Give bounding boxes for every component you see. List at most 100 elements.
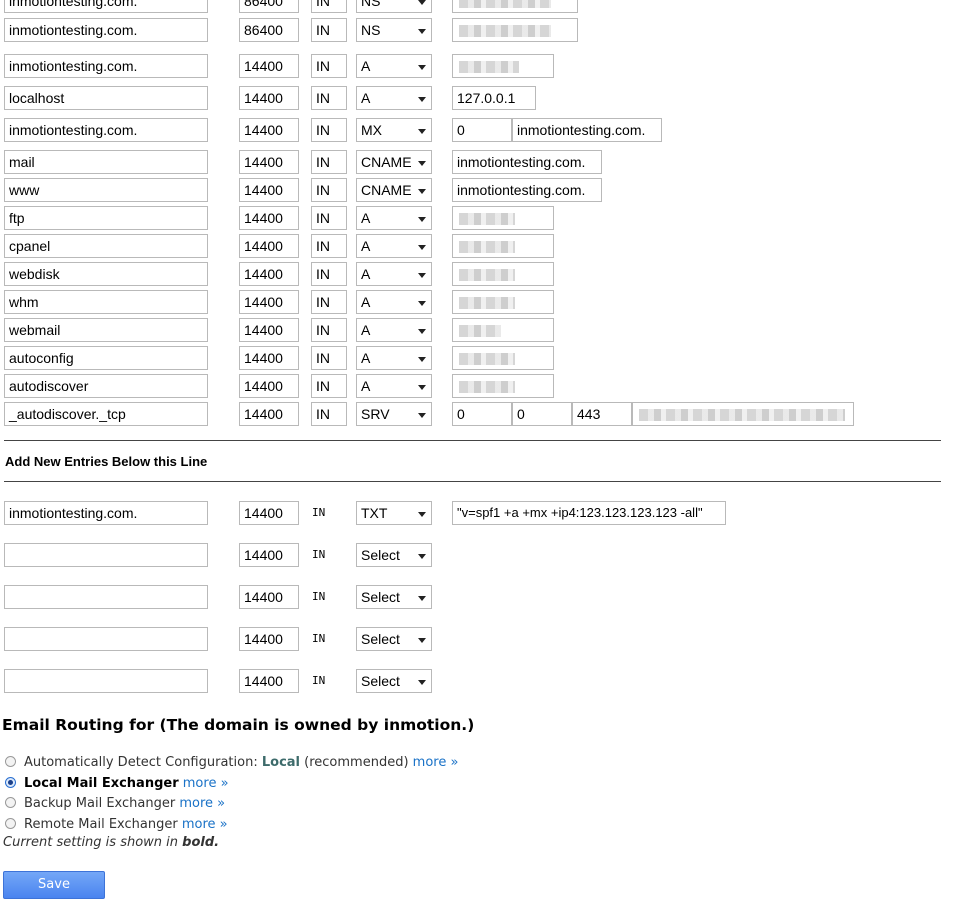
record-type-select[interactable]: NS (356, 0, 432, 13)
record-type-select[interactable]: A (356, 54, 432, 78)
record-value-input[interactable] (452, 290, 554, 314)
record-ttl-input[interactable]: 14400 (239, 402, 299, 426)
record-type-select[interactable]: A (356, 262, 432, 286)
record-value-input[interactable] (452, 374, 554, 398)
new-type-select[interactable]: Select (356, 669, 432, 693)
record-type-select[interactable]: A (356, 206, 432, 230)
record-value-input[interactable]: inmotiontesting.com. (452, 150, 602, 174)
new-type-select[interactable]: TXT (356, 501, 432, 525)
record-ttl-input[interactable]: 14400 (239, 150, 299, 174)
record-class-field[interactable]: IN (311, 118, 347, 142)
radio-button[interactable] (5, 797, 16, 808)
record-value-input[interactable] (452, 54, 554, 78)
record-value-input[interactable] (452, 206, 554, 230)
record-ttl-input[interactable]: 14400 (239, 178, 299, 202)
record-name-input[interactable]: ftp (4, 206, 208, 230)
record-type-select[interactable]: A (356, 290, 432, 314)
record-value-input[interactable] (452, 0, 578, 13)
radio-button[interactable] (5, 818, 16, 829)
new-type-select[interactable]: Select (356, 627, 432, 651)
record-class-field[interactable]: IN (311, 318, 347, 342)
record-value-input[interactable] (452, 318, 554, 342)
more-link[interactable]: more » (413, 755, 459, 770)
routing-option-local[interactable]: Local Mail Exchanger more » (5, 776, 229, 791)
record-class-field[interactable]: IN (311, 402, 347, 426)
record-class-field[interactable]: IN (311, 0, 347, 13)
record-class-field[interactable]: IN (311, 86, 347, 110)
record-class-field[interactable]: IN (311, 346, 347, 370)
record-priority-input[interactable]: 0 (452, 118, 512, 142)
record-name-input[interactable]: mail (4, 150, 208, 174)
record-name-input[interactable]: _autodiscover._tcp (4, 402, 208, 426)
record-ttl-input[interactable]: 86400 (239, 0, 299, 13)
record-type-select[interactable]: CNAME (356, 178, 432, 202)
new-name-input[interactable] (4, 669, 208, 693)
record-priority-input[interactable]: 0 (452, 402, 512, 426)
record-class-field[interactable]: IN (311, 178, 347, 202)
record-weight-input[interactable]: 0 (512, 402, 572, 426)
new-name-input[interactable] (4, 585, 208, 609)
record-class-field[interactable]: IN (311, 262, 347, 286)
record-ttl-input[interactable]: 14400 (239, 290, 299, 314)
record-class-field[interactable]: IN (311, 18, 347, 42)
new-ttl-input[interactable]: 14400 (239, 669, 299, 693)
record-ttl-input[interactable]: 14400 (239, 118, 299, 142)
record-name-input[interactable]: whm (4, 290, 208, 314)
record-value-input[interactable] (452, 346, 554, 370)
record-name-input[interactable]: inmotiontesting.com. (4, 18, 208, 42)
record-ttl-input[interactable]: 14400 (239, 262, 299, 286)
record-name-input[interactable]: autodiscover (4, 374, 208, 398)
record-ttl-input[interactable]: 14400 (239, 86, 299, 110)
more-link[interactable]: more » (179, 796, 225, 811)
record-name-input[interactable]: inmotiontesting.com. (4, 54, 208, 78)
new-ttl-input[interactable]: 14400 (239, 585, 299, 609)
radio-button-selected[interactable] (5, 777, 16, 788)
record-value-input[interactable] (452, 262, 554, 286)
record-ttl-input[interactable]: 14400 (239, 318, 299, 342)
record-value-input[interactable]: 127.0.0.1 (452, 86, 536, 110)
record-name-input[interactable]: webmail (4, 318, 208, 342)
new-name-input[interactable]: inmotiontesting.com. (4, 501, 208, 525)
record-value-input[interactable] (452, 18, 578, 42)
record-name-input[interactable]: webdisk (4, 262, 208, 286)
new-ttl-input[interactable]: 14400 (239, 543, 299, 567)
more-link[interactable]: more » (182, 817, 228, 832)
record-ttl-input[interactable]: 86400 (239, 18, 299, 42)
record-ttl-input[interactable]: 14400 (239, 234, 299, 258)
record-type-select[interactable]: A (356, 234, 432, 258)
record-name-input[interactable]: autoconfig (4, 346, 208, 370)
new-name-input[interactable] (4, 543, 208, 567)
record-class-field[interactable]: IN (311, 290, 347, 314)
save-button[interactable]: Save (3, 871, 105, 899)
record-class-field[interactable]: IN (311, 234, 347, 258)
routing-option-remote[interactable]: Remote Mail Exchanger more » (5, 817, 228, 832)
record-port-input[interactable]: 443 (572, 402, 632, 426)
record-class-field[interactable]: IN (311, 54, 347, 78)
record-type-select[interactable]: SRV (356, 402, 432, 426)
record-type-select[interactable]: CNAME (356, 150, 432, 174)
record-type-select[interactable]: NS (356, 18, 432, 42)
new-name-input[interactable] (4, 627, 208, 651)
record-ttl-input[interactable]: 14400 (239, 374, 299, 398)
record-class-field[interactable]: IN (311, 150, 347, 174)
record-ttl-input[interactable]: 14400 (239, 54, 299, 78)
new-ttl-input[interactable]: 14400 (239, 627, 299, 651)
routing-option-backup[interactable]: Backup Mail Exchanger more » (5, 796, 225, 811)
record-value-input[interactable]: inmotiontesting.com. (452, 178, 602, 202)
record-value-input[interactable]: inmotiontesting.com. (512, 118, 662, 142)
record-name-input[interactable]: localhost (4, 86, 208, 110)
new-ttl-input[interactable]: 14400 (239, 501, 299, 525)
record-type-select[interactable]: A (356, 374, 432, 398)
record-name-input[interactable]: cpanel (4, 234, 208, 258)
record-name-input[interactable]: www (4, 178, 208, 202)
record-value-input[interactable] (452, 234, 554, 258)
more-link[interactable]: more » (183, 776, 229, 791)
txt-value-input[interactable]: "v=spf1 +a +mx +ip4:123.123.123.123 -all… (452, 501, 726, 525)
record-class-field[interactable]: IN (311, 206, 347, 230)
record-type-select[interactable]: A (356, 346, 432, 370)
record-name-input[interactable]: inmotiontesting.com. (4, 0, 208, 13)
record-type-select[interactable]: A (356, 86, 432, 110)
record-ttl-input[interactable]: 14400 (239, 206, 299, 230)
radio-button[interactable] (5, 756, 16, 767)
new-type-select[interactable]: Select (356, 585, 432, 609)
